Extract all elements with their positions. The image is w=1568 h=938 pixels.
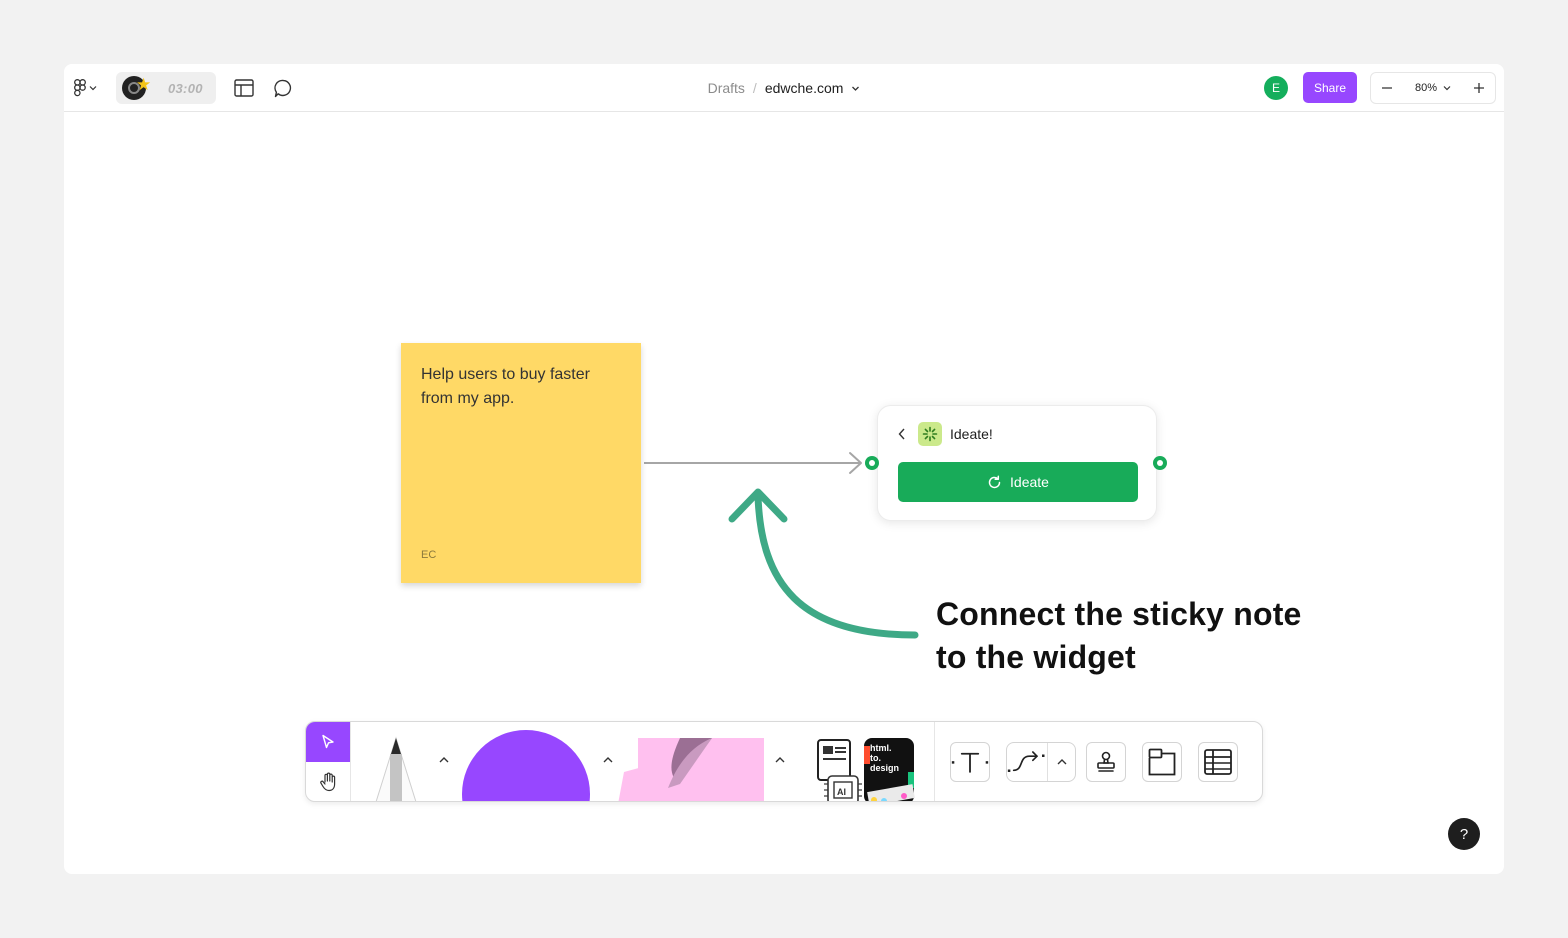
zoom-controls: 80% bbox=[1370, 72, 1496, 104]
plus-icon bbox=[1474, 83, 1484, 93]
connector-tool-group bbox=[1006, 742, 1076, 782]
sticky-note[interactable]: Help users to buy faster from my app. EC bbox=[401, 343, 641, 583]
section-tool-button[interactable] bbox=[1142, 742, 1182, 782]
hand-tool-button[interactable] bbox=[306, 762, 350, 801]
ai-chip-label: AI bbox=[837, 787, 846, 797]
app-window: ★ 03:00 Drafts / edwche.com E Share 80% … bbox=[64, 64, 1504, 874]
breadcrumb-separator: / bbox=[752, 80, 757, 96]
table-tool-button[interactable] bbox=[1198, 742, 1238, 782]
toolbar-divider bbox=[350, 722, 351, 801]
chevron-up-icon bbox=[775, 757, 785, 763]
stamp-icon bbox=[1097, 751, 1115, 772]
stamp-tool-button[interactable] bbox=[1086, 742, 1126, 782]
sticky-note-author: EC bbox=[421, 549, 437, 561]
widget-title: Ideate! bbox=[950, 426, 993, 442]
shape-tool-circle-icon[interactable] bbox=[462, 730, 590, 801]
sticky-note-text[interactable]: Help users to buy faster from my app. bbox=[421, 363, 621, 411]
comment-button[interactable] bbox=[271, 76, 295, 100]
file-menu-chevron-down-icon[interactable] bbox=[851, 84, 860, 93]
main-menu-button[interactable] bbox=[74, 76, 108, 100]
annotation-line-2: to the widget bbox=[936, 639, 1136, 675]
help-button[interactable]: ? bbox=[1448, 818, 1480, 850]
widget-connector-handle-left[interactable] bbox=[865, 456, 879, 470]
select-tool-button[interactable] bbox=[306, 722, 350, 762]
figma-logo-icon bbox=[74, 79, 86, 97]
annotation-line-1: Connect the sticky note bbox=[936, 596, 1302, 632]
star-icon: ★ bbox=[136, 75, 152, 94]
chevron-up-icon bbox=[603, 757, 613, 763]
chevron-left-icon bbox=[898, 428, 905, 440]
zoom-level-dropdown[interactable]: 80% bbox=[1403, 82, 1463, 94]
chevron-up-icon bbox=[439, 757, 449, 763]
text-tool-button[interactable] bbox=[950, 742, 990, 782]
top-bar: ★ 03:00 Drafts / edwche.com E Share 80% bbox=[64, 64, 1504, 112]
bottom-toolbar: html. to. design AI bbox=[305, 721, 1263, 802]
refresh-icon bbox=[988, 474, 1001, 488]
connector-arrow-icon bbox=[1007, 751, 1045, 772]
ideate-widget[interactable]: Ideate! Ideate bbox=[877, 405, 1157, 521]
layout-panel-icon bbox=[234, 79, 254, 97]
zoom-out-button[interactable] bbox=[1371, 73, 1403, 103]
minus-icon bbox=[1382, 87, 1392, 89]
toolbar-divider bbox=[934, 722, 935, 801]
pencil-options-caret[interactable] bbox=[436, 752, 452, 768]
table-grid-icon bbox=[1204, 749, 1232, 775]
widget-back-button[interactable] bbox=[894, 424, 910, 444]
breadcrumb-drafts-link[interactable]: Drafts bbox=[708, 80, 745, 96]
ideate-logo-icon bbox=[918, 422, 942, 446]
timer-widget[interactable]: ★ 03:00 bbox=[116, 72, 216, 104]
annotation-text: Connect the sticky note to the widget bbox=[936, 593, 1302, 679]
ideate-button[interactable]: Ideate bbox=[898, 462, 1138, 502]
shape-options-caret[interactable] bbox=[600, 752, 616, 768]
ideate-button-label: Ideate bbox=[1010, 474, 1049, 490]
connector-options-caret[interactable] bbox=[1048, 743, 1076, 781]
widgets-plugins-icon[interactable]: html. to. design AI bbox=[814, 738, 918, 802]
section-frame-icon bbox=[1148, 748, 1176, 776]
comment-icon bbox=[273, 79, 291, 97]
chevron-up-icon bbox=[1057, 759, 1067, 765]
layout-panel-button[interactable] bbox=[232, 76, 256, 100]
share-button[interactable]: Share bbox=[1303, 72, 1357, 103]
chevron-down-icon bbox=[89, 86, 97, 91]
timer-value: 03:00 bbox=[168, 80, 203, 96]
zoom-in-button[interactable] bbox=[1463, 73, 1495, 103]
connector-tool-button[interactable] bbox=[1007, 743, 1047, 781]
chevron-down-icon bbox=[1443, 86, 1451, 91]
zoom-level-value: 80% bbox=[1414, 82, 1438, 94]
sticky-note-tool-icon[interactable] bbox=[618, 738, 764, 802]
file-name[interactable]: edwche.com bbox=[765, 80, 844, 96]
hand-icon bbox=[320, 772, 336, 792]
user-avatar[interactable]: E bbox=[1264, 76, 1288, 100]
pencil-tool-icon[interactable] bbox=[374, 736, 418, 802]
cursor-arrow-icon bbox=[322, 734, 334, 749]
text-t-icon bbox=[951, 752, 989, 773]
sticky-options-caret[interactable] bbox=[772, 752, 788, 768]
widget-connector-handle-right[interactable] bbox=[1153, 456, 1167, 470]
